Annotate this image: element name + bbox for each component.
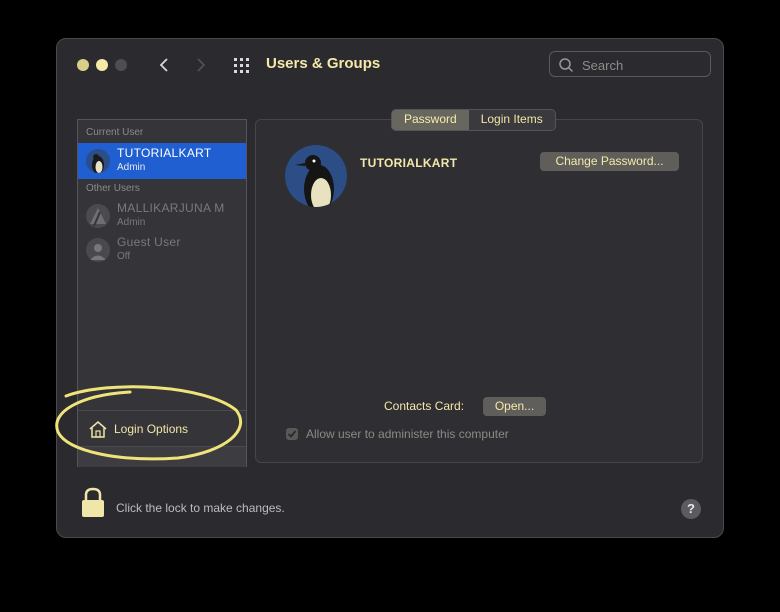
current-user-heading: Current User bbox=[86, 127, 144, 138]
account-name: TUTORIALKART bbox=[360, 156, 458, 170]
sidebar-action-bar bbox=[78, 446, 246, 467]
guest-user-icon bbox=[86, 238, 110, 262]
avatar bbox=[86, 238, 110, 262]
allow-admin-checkbox[interactable] bbox=[286, 428, 298, 440]
penguin-avatar-icon bbox=[86, 149, 110, 173]
penguin-avatar-icon bbox=[285, 145, 347, 207]
user-row-guest[interactable]: Guest User Off bbox=[78, 232, 246, 268]
back-button[interactable] bbox=[154, 53, 174, 77]
user-name: Guest User bbox=[117, 235, 181, 249]
user-name: MALLIKARJUNA M bbox=[117, 201, 225, 215]
tab-login-items[interactable]: Login Items bbox=[469, 110, 555, 130]
user-row-current[interactable]: TUTORIALKART Admin bbox=[78, 143, 246, 179]
search-input[interactable] bbox=[580, 56, 704, 74]
login-options-button[interactable]: Login Options bbox=[78, 410, 246, 447]
user-role: Off bbox=[117, 251, 131, 262]
grid-icon bbox=[234, 58, 249, 73]
zoom-window-button[interactable] bbox=[115, 59, 127, 71]
minimize-window-button[interactable] bbox=[96, 59, 108, 71]
search-field[interactable] bbox=[549, 51, 711, 77]
help-button[interactable]: ? bbox=[681, 499, 701, 519]
show-all-button[interactable] bbox=[233, 56, 251, 74]
close-window-button[interactable] bbox=[77, 59, 89, 71]
lock-button[interactable] bbox=[81, 487, 105, 524]
checkmark-icon bbox=[287, 430, 297, 438]
avatar bbox=[86, 149, 110, 173]
window-title: Users & Groups bbox=[266, 55, 381, 72]
user-name: TUTORIALKART bbox=[117, 146, 212, 160]
title-bar: Users & Groups bbox=[57, 39, 723, 91]
tab-bar: Password Login Items bbox=[391, 109, 556, 131]
lock-icon bbox=[82, 487, 104, 517]
users-sidebar: Current User TUTORIALKART Admin Other Us… bbox=[77, 119, 247, 467]
change-password-button[interactable]: Change Password... bbox=[540, 152, 679, 171]
user-avatar-icon bbox=[86, 204, 110, 228]
avatar bbox=[86, 204, 110, 228]
lock-hint-text: Click the lock to make changes. bbox=[116, 501, 285, 515]
contacts-open-button[interactable]: Open... bbox=[483, 397, 546, 416]
house-icon bbox=[89, 421, 107, 438]
contacts-card-label: Contacts Card: bbox=[384, 399, 465, 413]
search-icon bbox=[559, 58, 574, 73]
user-row-mallikarjuna[interactable]: MALLIKARJUNA M Admin bbox=[78, 198, 246, 234]
users-groups-window: Users & Groups Current User TUTORIALKART… bbox=[56, 38, 724, 538]
forward-button[interactable] bbox=[191, 53, 211, 77]
chevron-left-icon bbox=[159, 58, 168, 72]
user-role: Admin bbox=[117, 162, 146, 173]
user-picture[interactable] bbox=[285, 145, 347, 207]
other-users-heading: Other Users bbox=[86, 183, 140, 194]
user-role: Admin bbox=[117, 217, 146, 228]
login-options-label: Login Options bbox=[114, 422, 189, 436]
tab-password[interactable]: Password bbox=[392, 110, 469, 130]
chevron-right-icon bbox=[197, 58, 206, 72]
allow-admin-label: Allow user to administer this computer bbox=[306, 427, 509, 441]
